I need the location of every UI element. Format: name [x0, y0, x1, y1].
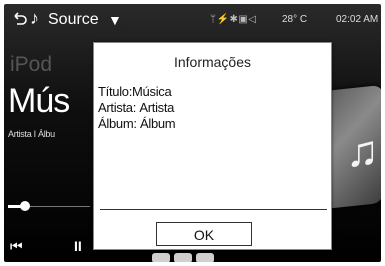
- pause-icon[interactable]: II: [74, 238, 82, 254]
- dialog-title: Informações: [173, 54, 252, 70]
- screen: ♪ Source ▼ ᛘ⚡✱▣◁ 28° C 02:02 AM iPod Mús…: [4, 4, 381, 262]
- info-label: Álbum:: [98, 116, 137, 131]
- music-note-icon: ♪: [30, 8, 39, 28]
- progress-knob[interactable]: [20, 201, 30, 211]
- back-arrow-icon[interactable]: [12, 11, 28, 27]
- info-row-artist: Artista: Artista: [98, 100, 175, 116]
- bottom-control-button[interactable]: [196, 253, 214, 262]
- info-label: Título:: [98, 84, 133, 99]
- clock: 02:02 AM: [336, 14, 379, 25]
- previous-track-icon[interactable]: ⏮: [10, 238, 22, 254]
- info-dialog: Informações Título:Música Artista: Artis…: [93, 42, 332, 250]
- music-note-icon: ♫: [346, 127, 379, 176]
- info-value: Música: [132, 84, 172, 99]
- info-value: Artista: [139, 100, 175, 115]
- chevron-down-icon[interactable]: ▼: [108, 10, 122, 30]
- info-row-title: Título:Música: [98, 84, 175, 100]
- info-row-album: Álbum: Álbum: [98, 116, 176, 132]
- bottom-control-button[interactable]: [174, 253, 192, 262]
- bottom-control-button[interactable]: [152, 253, 170, 262]
- info-value: Álbum: [139, 116, 176, 131]
- ok-button[interactable]: OK: [156, 222, 252, 246]
- track-title: Mús: [8, 82, 70, 120]
- divider: [100, 209, 327, 210]
- track-subtitle: Artista I Álbu: [8, 129, 55, 139]
- status-bar: ♪ Source ▼ ᛘ⚡✱▣◁ 28° C 02:02 AM: [4, 4, 381, 38]
- progress-track: [30, 206, 90, 207]
- temperature: 28° C: [282, 14, 308, 25]
- source-selector[interactable]: Source: [48, 10, 99, 30]
- status-icons: ᛘ⚡✱▣◁: [210, 14, 257, 25]
- info-fields: Título:Música Artista: Artista Álbum: Ál…: [98, 84, 176, 132]
- source-name: iPod: [10, 53, 53, 76]
- info-label: Artista:: [98, 100, 137, 115]
